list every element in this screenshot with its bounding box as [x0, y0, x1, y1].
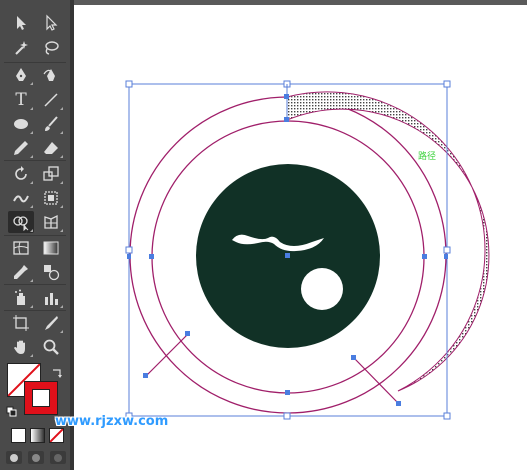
- paintbrush-tool-icon[interactable]: [38, 113, 64, 135]
- separator: [4, 310, 66, 311]
- outer-ring-path: [129, 96, 447, 414]
- path-hint-label: 路径: [418, 152, 437, 162]
- separator: [4, 235, 66, 236]
- blend-tool-icon[interactable]: [38, 261, 64, 283]
- separator: [4, 62, 66, 63]
- gradient-tool-icon[interactable]: [38, 237, 64, 259]
- eyedropper-tool-icon[interactable]: [8, 261, 34, 283]
- separator: [4, 160, 66, 161]
- free-transform-tool-icon[interactable]: [38, 187, 64, 209]
- ellipse-tool-icon[interactable]: [8, 113, 34, 135]
- rotate-tool-icon[interactable]: [8, 163, 34, 185]
- gradient-mode-button[interactable]: [30, 428, 45, 443]
- width-tool-icon[interactable]: [8, 187, 34, 209]
- color-mode-button[interactable]: [11, 428, 26, 443]
- default-fill-stroke-icon[interactable]: [6, 403, 18, 417]
- stroke-swatch-inner: [32, 389, 50, 407]
- selection-tool-icon[interactable]: [8, 12, 34, 34]
- magic-wand-tool-icon[interactable]: [8, 37, 34, 59]
- separator: [4, 284, 66, 285]
- eraser-tool-icon[interactable]: [38, 137, 64, 159]
- white-curve-shape: [232, 234, 324, 252]
- selection-bounding-box: [128, 83, 448, 417]
- watermark-text: www.rjzxw.com: [55, 414, 169, 429]
- dark-circle-shape: [196, 164, 380, 348]
- pencil-tool-icon[interactable]: [8, 137, 34, 159]
- inner-ring-path: [151, 120, 425, 394]
- shape-builder-tool-icon[interactable]: [8, 211, 34, 233]
- hand-tool-icon[interactable]: [8, 336, 34, 358]
- direct-selection-tool-icon[interactable]: [38, 12, 64, 34]
- pen-tool-icon[interactable]: [8, 64, 34, 86]
- stroke-swatch[interactable]: [24, 381, 58, 415]
- line-segment-tool-icon[interactable]: [38, 89, 64, 111]
- column-graph-tool-icon[interactable]: [38, 287, 64, 309]
- symbol-sprayer-tool-icon[interactable]: [8, 287, 34, 309]
- lasso-tool-icon[interactable]: [38, 37, 64, 59]
- tools-panel-edge: [70, 0, 74, 470]
- draw-mode-buttons: [4, 448, 68, 466]
- type-tool-icon[interactable]: T: [8, 89, 34, 111]
- perspective-grid-tool-icon[interactable]: [38, 211, 64, 233]
- type-tool-glyph: T: [15, 90, 27, 110]
- crescent-path: [286, 91, 490, 392]
- artwork-canvas: [125, 80, 490, 420]
- scale-tool-icon[interactable]: [38, 163, 64, 185]
- none-mode-button[interactable]: [49, 428, 64, 443]
- mesh-tool-icon[interactable]: [8, 237, 34, 259]
- swap-fill-stroke-icon[interactable]: [51, 364, 63, 378]
- zoom-tool-icon[interactable]: [38, 336, 64, 358]
- document-tab-bar: [74, 0, 527, 5]
- curvature-tool-icon[interactable]: [38, 64, 64, 86]
- white-dot-shape: [301, 268, 343, 310]
- slice-tool-icon[interactable]: [38, 312, 64, 334]
- artboard-tool-icon[interactable]: [8, 312, 34, 334]
